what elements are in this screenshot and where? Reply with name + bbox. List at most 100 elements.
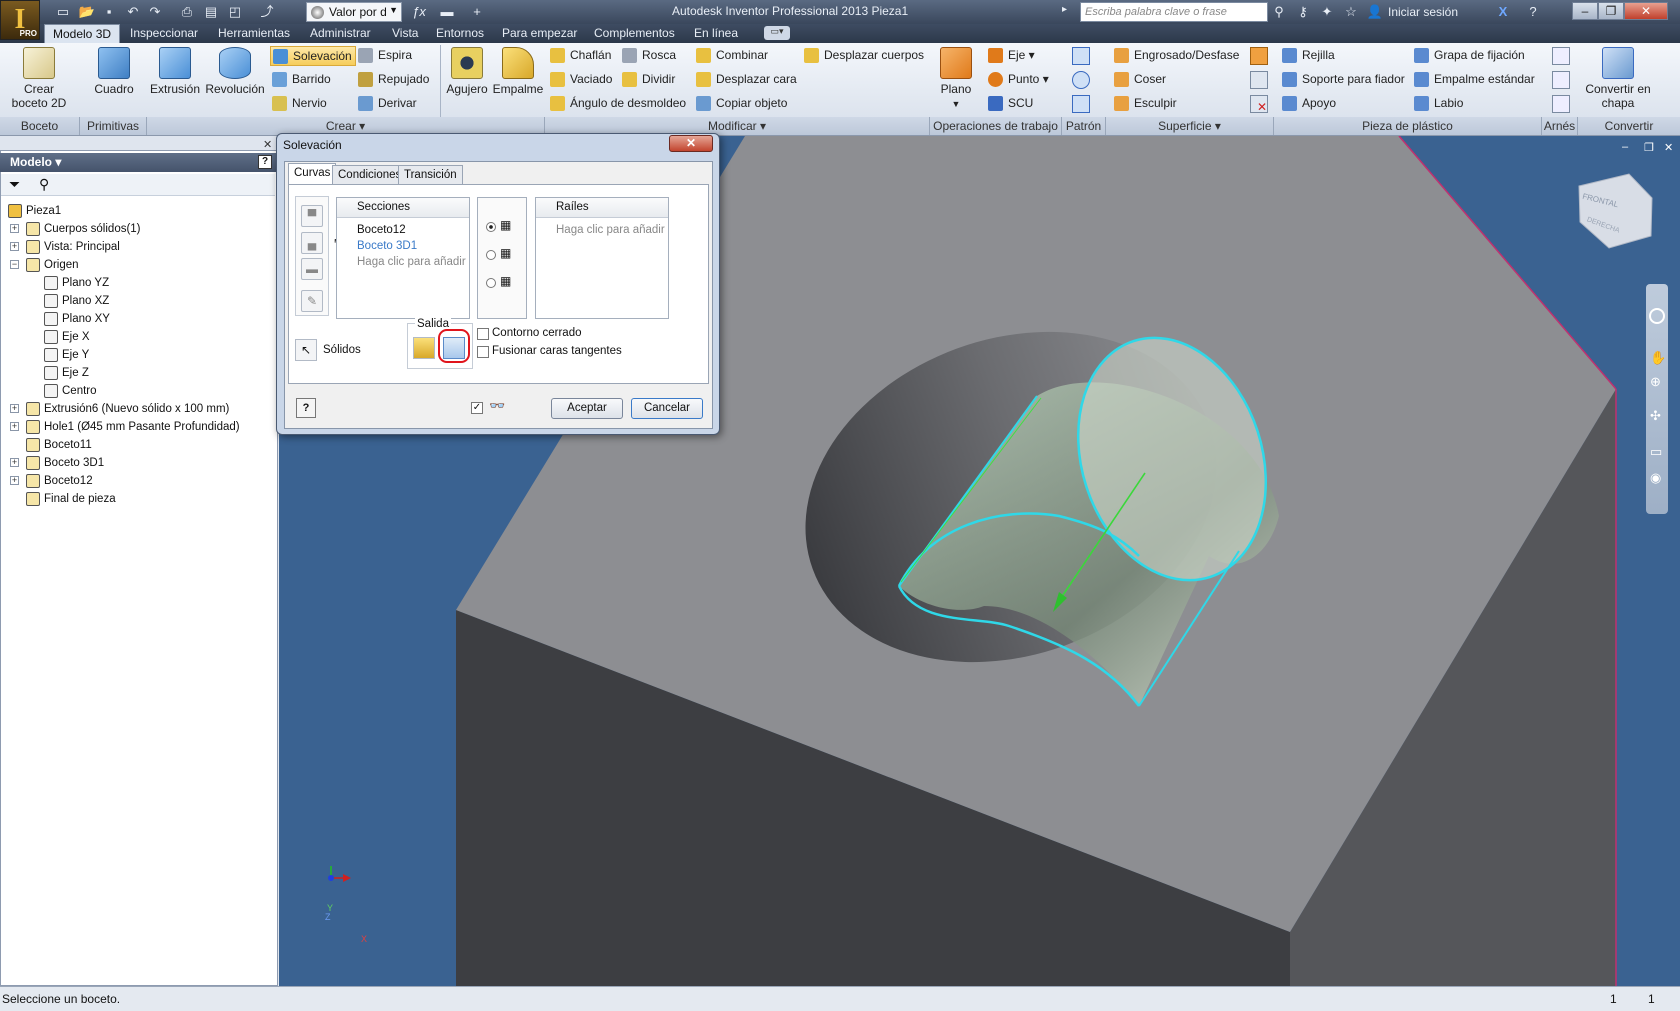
solevacion-button[interactable]: Solevación — [270, 46, 356, 66]
cuadro-button[interactable]: Cuadro — [86, 47, 142, 96]
remove-section-button[interactable]: ▬ — [301, 258, 323, 280]
maximize-button[interactable]: ❐ — [1598, 2, 1624, 20]
tab-entornos[interactable]: Entornos — [428, 24, 492, 43]
add-icon[interactable]: + — [468, 3, 486, 21]
redo-icon[interactable]: ↷ — [146, 3, 164, 21]
expand-icon[interactable]: + — [10, 404, 19, 413]
filter-icon[interactable]: ⏷ — [9, 176, 20, 193]
return-icon[interactable]: ⤴ — [258, 3, 276, 21]
circular-pattern-icon[interactable] — [1072, 71, 1090, 89]
search-arrow-icon[interactable]: ▸ — [1062, 4, 1067, 15]
save-icon[interactable]: ▪ — [100, 3, 118, 21]
dialog-help-button[interactable]: ? — [296, 398, 316, 418]
tree-item[interactable]: Boceto11 — [4, 436, 274, 454]
derivar-button[interactable]: Derivar — [356, 94, 438, 114]
expand-icon[interactable]: + — [10, 476, 19, 485]
radio-center-line[interactable] — [486, 250, 496, 260]
browser-help-icon[interactable]: ? — [258, 155, 272, 169]
soporte-fiador-button[interactable]: Soporte para fiador — [1280, 70, 1410, 90]
move-up-button[interactable]: ▀ — [301, 205, 323, 227]
edit-point-button[interactable]: ✎ — [301, 290, 323, 312]
desplazar-cuerpos-button[interactable]: Desplazar cuerpos — [802, 46, 924, 66]
exchange-icon[interactable]: X — [1494, 3, 1512, 21]
expand-icon[interactable]: + — [10, 422, 19, 431]
material-style-select[interactable]: Valor por d ▼ — [306, 2, 402, 22]
dividir-button[interactable]: Dividir — [620, 70, 690, 90]
rectangular-pattern-icon[interactable] — [1072, 47, 1090, 65]
coser-button[interactable]: Coser — [1112, 70, 1242, 90]
star-icon[interactable]: ☆ — [1342, 3, 1360, 21]
cancelar-button[interactable]: Cancelar — [631, 398, 703, 419]
tree-item[interactable]: Pieza1 — [4, 202, 274, 220]
zoom-icon[interactable]: ⊕ — [1650, 374, 1661, 390]
vaciado-button[interactable]: Vaciado — [548, 70, 628, 90]
tree-item[interactable]: + Vista: Principal — [4, 238, 274, 256]
tree-item[interactable]: + Hole1 (Ø45 mm Pasante Profundidad) — [4, 418, 274, 436]
tree-item[interactable]: + Extrusión6 (Nuevo sólido x 100 mm) — [4, 400, 274, 418]
tree-item[interactable]: Final de pieza — [4, 490, 274, 508]
viewport-restore-icon[interactable]: ❐ — [1644, 141, 1654, 154]
satellite-icon[interactable]: ✦ — [1318, 3, 1336, 21]
scu-button[interactable]: SCU — [986, 94, 1056, 114]
harness-icon-3[interactable] — [1552, 95, 1570, 113]
tab-inspeccionar[interactable]: Inspeccionar — [122, 24, 206, 43]
radio-rails[interactable] — [486, 222, 496, 232]
repujado-button[interactable]: Repujado — [356, 70, 438, 90]
binoculars-icon[interactable]: ⚲ — [1270, 3, 1288, 21]
tree-item[interactable]: − Origen — [4, 256, 274, 274]
application-menu-button[interactable]: I PRO — [0, 0, 40, 40]
tree-item[interactable]: Plano YZ — [4, 274, 274, 292]
fx-icon[interactable]: ƒx — [410, 3, 428, 21]
tab-herramientas[interactable]: Herramientas — [210, 24, 298, 43]
tab-complementos[interactable]: Complementos — [586, 24, 683, 43]
fusionar-checkbox[interactable] — [477, 346, 489, 358]
expand-icon[interactable]: + — [10, 458, 19, 467]
railes-list[interactable]: Raíles Haga clic para añadir — [535, 197, 669, 319]
print-icon[interactable]: ⎙ — [178, 3, 196, 21]
harness-icon-2[interactable] — [1552, 71, 1570, 89]
agujero-button[interactable]: Agujero — [442, 47, 492, 96]
extrusion-button[interactable]: Extrusión — [148, 47, 202, 96]
angulo-desmoldeo-button[interactable]: Ángulo de desmoldeo — [548, 94, 690, 114]
empalme-estandar-button[interactable]: Empalme estándar — [1412, 70, 1540, 90]
key-icon[interactable]: ⚷ — [1294, 3, 1312, 21]
punto-button[interactable]: Punto ▾ — [986, 70, 1056, 90]
tree-item[interactable]: + Boceto 3D1 — [4, 454, 274, 472]
grapa-fijacion-button[interactable]: Grapa de fijación — [1412, 46, 1540, 66]
pan-icon[interactable]: ✋ — [1650, 350, 1666, 366]
section-item[interactable]: Boceto12 — [357, 224, 406, 236]
barrido-button[interactable]: Barrido — [270, 70, 356, 90]
tree-item[interactable]: + Cuerpos sólidos(1) — [4, 220, 274, 238]
tab-condiciones[interactable]: Condiciones — [332, 165, 408, 185]
mirror-icon[interactable] — [1072, 95, 1090, 113]
tab-curvas[interactable]: Curvas — [288, 163, 337, 185]
search-input[interactable]: Escriba palabra clave o frase — [1080, 2, 1268, 22]
secciones-list[interactable]: Secciones Boceto12 Boceto 3D1 Haga clic … — [336, 197, 470, 319]
close-window-button[interactable]: ✕ — [1624, 2, 1668, 20]
tree-item[interactable]: Eje Y — [4, 346, 274, 364]
apoyo-button[interactable]: Apoyo — [1280, 94, 1410, 114]
esculpir-button[interactable]: Esculpir — [1112, 94, 1242, 114]
section-item[interactable]: Boceto 3D1 — [357, 240, 417, 252]
rejilla-button[interactable]: Rejilla — [1280, 46, 1410, 66]
tab-transicion[interactable]: Transición — [398, 165, 463, 185]
empalme-button[interactable]: Empalme — [492, 47, 544, 96]
viewport-minimize-icon[interactable]: – — [1622, 141, 1628, 153]
help-icon[interactable]: ? — [1524, 3, 1542, 21]
viewport-close-icon[interactable]: ✕ — [1664, 141, 1673, 154]
combinar-button[interactable]: Combinar — [694, 46, 794, 66]
new-icon[interactable]: ▭ — [54, 3, 72, 21]
minimize-button[interactable]: – — [1572, 2, 1598, 20]
open-icon[interactable]: 📂 — [78, 3, 96, 21]
browser-close-icon[interactable]: ✕ — [263, 138, 272, 151]
binoculars-icon[interactable]: ⚲ — [39, 176, 49, 193]
desplazar-cara-button[interactable]: Desplazar cara — [694, 70, 797, 90]
tab-modelo-3d[interactable]: Modelo 3D — [44, 24, 121, 43]
tab-administrar[interactable]: Administrar — [302, 24, 379, 43]
tab-options-icon[interactable]: ▭▾ — [764, 26, 790, 40]
plano-button[interactable]: Plano ▼ — [934, 47, 978, 111]
section-add-placeholder[interactable]: Haga clic para añadir — [357, 256, 466, 268]
undo-icon[interactable]: ↶ — [124, 3, 142, 21]
move-down-button[interactable]: ▄ — [301, 232, 323, 254]
tree-item[interactable]: Eje Z — [4, 364, 274, 382]
